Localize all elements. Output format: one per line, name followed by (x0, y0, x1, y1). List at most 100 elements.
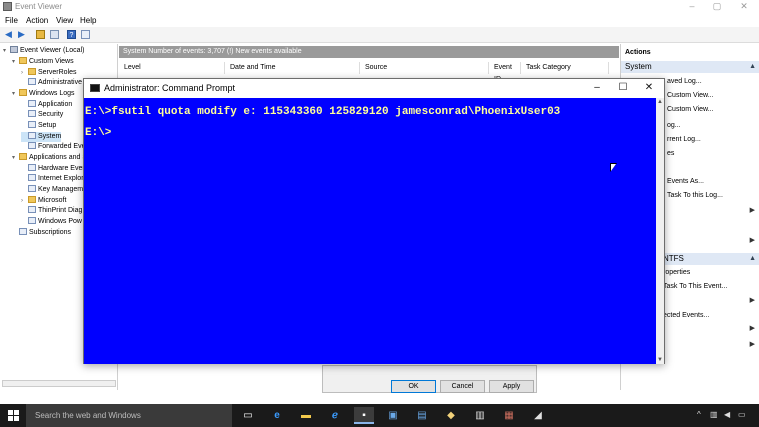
edge-icon[interactable]: e (267, 407, 287, 424)
tree-item[interactable]: ▾ Windows Logs (12, 89, 75, 99)
tree-item[interactable]: › ServerRoles (21, 68, 77, 78)
menu-view[interactable]: View (56, 16, 73, 25)
horizontal-scrollbar[interactable] (2, 380, 116, 387)
log-icon (28, 142, 36, 149)
minimize-icon[interactable]: – (590, 81, 604, 95)
tree-expander-icon[interactable]: ▾ (3, 46, 10, 56)
column-event-id[interactable]: Event ID (489, 62, 521, 83)
submenu-arrow-icon[interactable]: ▶ (750, 340, 755, 348)
cmd-window-title: Administrator: Command Prompt (104, 83, 236, 93)
command-prompt-window[interactable]: Administrator: Command Prompt – ☐ ✕ E:\>… (83, 78, 665, 364)
start-icon[interactable] (8, 410, 19, 421)
tree-expander-icon[interactable]: › (21, 68, 28, 78)
task-view-icon[interactable]: ▭ (238, 407, 258, 424)
tree-item[interactable]: System (21, 132, 62, 142)
column-date-time[interactable]: Date and Time (225, 62, 360, 74)
file-explorer-icon[interactable]: ▬ (296, 407, 316, 424)
forward-icon[interactable]: ▶ (17, 30, 26, 39)
app-icon[interactable]: ▦ (499, 407, 519, 424)
tree-item-label: Setup (38, 122, 57, 129)
tree-item[interactable]: Internet Explor (21, 174, 84, 184)
maximize-icon[interactable]: ▢ (711, 1, 723, 12)
action-item[interactable]: aved Log... (667, 77, 702, 86)
collapse-icon[interactable]: ▲ (749, 253, 756, 265)
tree-item[interactable]: ▾ Custom Views (12, 57, 74, 67)
menu-action[interactable]: Action (26, 16, 48, 25)
message-icon[interactable]: ▭ (738, 410, 746, 419)
cancel-button[interactable]: Cancel (440, 380, 485, 393)
tree-expander-icon[interactable]: › (21, 196, 28, 206)
tree-expander-icon[interactable]: ▾ (12, 89, 19, 99)
minimize-icon[interactable]: – (686, 1, 698, 12)
tree-expander-icon[interactable]: ▾ (12, 57, 19, 67)
vertical-scrollbar[interactable]: ▲ ▼ (656, 98, 664, 364)
log-icon (28, 164, 36, 171)
console-area[interactable]: E:\>fsutil quota modify e: 115343360 125… (84, 98, 656, 364)
command-prompt-taskbar-icon[interactable]: ▪ (354, 407, 374, 424)
tree-item[interactable]: ▾ Applications and S (12, 153, 87, 163)
tree-item[interactable]: ThinPrint Diag (21, 206, 82, 216)
action-item[interactable]: Task To this Log... (667, 191, 723, 200)
tree-item[interactable]: ▾ Event Viewer (Local) (3, 46, 84, 56)
app-icon[interactable]: ▣ (383, 407, 403, 424)
internet-explorer-icon[interactable]: ℯ (325, 407, 345, 424)
close-icon[interactable]: ✕ (642, 81, 656, 95)
close-icon[interactable]: ✕ (738, 1, 750, 12)
actions-section-system[interactable]: System ▲ (621, 61, 759, 73)
scroll-up-icon[interactable]: ▲ (656, 98, 664, 106)
ok-button[interactable]: OK (391, 380, 436, 393)
scroll-down-icon[interactable]: ▼ (656, 356, 664, 364)
tree-item[interactable]: Administrative (21, 78, 82, 88)
tree-item[interactable]: Setup (21, 121, 56, 131)
log-icon (28, 174, 36, 181)
app-icon[interactable]: ▤ (412, 407, 432, 424)
action-item[interactable]: og... (667, 121, 681, 130)
tree-expander-icon[interactable]: ▾ (12, 153, 19, 163)
tree-item[interactable]: Application (21, 100, 72, 110)
action-pane-icon[interactable] (81, 30, 90, 39)
action-item[interactable]: Custom View... (667, 91, 714, 100)
menu-file[interactable]: File (5, 16, 18, 25)
column-source[interactable]: Source (360, 62, 489, 74)
search-box[interactable]: Search the web and Windows (26, 404, 232, 427)
tree-item[interactable]: Key Managem (21, 185, 83, 195)
tree-item[interactable]: Hardware Even (21, 164, 86, 174)
collapse-icon[interactable]: ▲ (749, 61, 756, 73)
submenu-arrow-icon[interactable]: ▶ (750, 296, 755, 304)
network-icon[interactable]: ▥ (710, 410, 718, 419)
tree-item[interactable]: Subscriptions (12, 228, 71, 238)
app-icon[interactable]: ◢ (528, 407, 548, 424)
action-item[interactable]: Events As... (667, 177, 704, 186)
cmd-titlebar[interactable]: Administrator: Command Prompt – ☐ ✕ (84, 79, 664, 98)
action-item[interactable]: Custom View... (667, 105, 714, 114)
submenu-arrow-icon[interactable]: ▶ (750, 236, 755, 244)
column-level[interactable]: Level (119, 62, 225, 74)
maximize-icon[interactable]: ☐ (616, 81, 630, 95)
command-prompt-icon (90, 84, 100, 92)
app-icon[interactable]: ▥ (470, 407, 490, 424)
action-item[interactable]: ected Events... (663, 311, 709, 320)
up-folder-icon[interactable] (36, 30, 45, 39)
apply-button[interactable]: Apply (489, 380, 534, 393)
action-item[interactable]: roperties (663, 268, 690, 277)
action-item[interactable]: es (667, 149, 674, 158)
tree-item[interactable]: Windows Pow (21, 217, 82, 227)
help-icon[interactable]: ? (67, 30, 76, 39)
tray-chevron-icon[interactable]: ^ (697, 410, 701, 419)
action-item[interactable]: Task To This Event... (663, 282, 727, 291)
action-item[interactable]: rrent Log... (667, 135, 701, 144)
tree-item-label: System (38, 133, 62, 140)
submenu-arrow-icon[interactable]: ▶ (750, 206, 755, 214)
menu-help[interactable]: Help (80, 16, 96, 25)
back-icon[interactable]: ◀ (4, 30, 13, 39)
console-prompt: E:\> (85, 127, 112, 139)
tree-item[interactable]: Forwarded Eve (21, 142, 85, 152)
show-hide-tree-icon[interactable] (50, 30, 59, 39)
submenu-arrow-icon[interactable]: ▶ (750, 324, 755, 332)
folder-icon (28, 68, 36, 75)
column-task-category[interactable]: Task Category (521, 62, 609, 74)
tree-item[interactable]: › Microsoft (21, 196, 66, 206)
tree-item[interactable]: Security (21, 110, 63, 120)
volume-icon[interactable]: ◀ (724, 410, 730, 419)
app-icon[interactable]: ◆ (441, 407, 461, 424)
